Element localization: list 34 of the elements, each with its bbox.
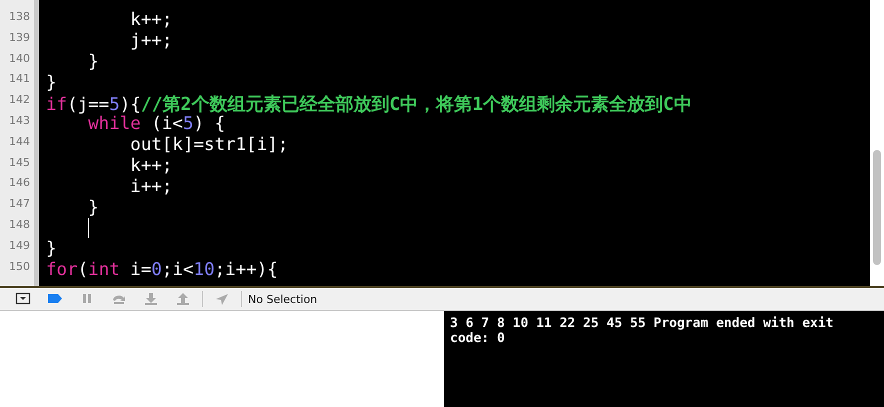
line-number: 150 xyxy=(9,260,30,273)
code-line: } xyxy=(87,52,99,72)
line-number: 143 xyxy=(9,114,30,127)
code-line: i++; xyxy=(129,176,172,197)
code-line: k++; xyxy=(129,10,172,30)
line-number: 147 xyxy=(9,197,30,210)
step-into-icon xyxy=(143,292,159,306)
code-line: k++; xyxy=(129,156,172,176)
code-line: out[k]=str1[i]; xyxy=(129,135,288,156)
code-line: } xyxy=(46,239,57,260)
line-number: 144 xyxy=(9,134,30,148)
hide-console-icon xyxy=(15,292,31,306)
code-line: } xyxy=(87,198,99,218)
line-number: 138 xyxy=(9,10,30,23)
line-number: 141 xyxy=(9,72,30,86)
location-arrow-icon xyxy=(214,292,230,306)
line-number: 140 xyxy=(9,52,30,65)
code-line: while (i<5) { xyxy=(87,114,226,134)
line-number: 139 xyxy=(9,30,30,44)
line-number: 149 xyxy=(9,238,30,252)
console-output: 3 6 7 8 10 11 22 25 45 55 Program ended with exit code: 0 xyxy=(450,316,835,346)
code-line: } xyxy=(46,72,57,93)
line-number: 145 xyxy=(9,156,30,169)
code-line: for(int i=0;i<10;i++){ xyxy=(46,260,278,280)
code-editor[interactable]: 138 139 140 141 142 143 144 145 146 147 148 149 150 k++; j++; } } if(j==5){//第2个数组元素已经全部放到C中，将第1个数组剩余元素全放到C中 while (i<5) { out[k]=str1[i]; k++; i++; } } for(int i=0;i<10;i++){ xyxy=(0,0,884,288)
code-line: if(j==5){//第2个数组元素已经全部放到C中，将第1个数组剩余元素全放到C中 xyxy=(46,92,692,116)
line-number: 148 xyxy=(9,218,30,231)
step-out-icon xyxy=(175,292,191,306)
scrollbar-thumb[interactable] xyxy=(873,150,881,265)
code-line: j++; xyxy=(129,31,172,52)
line-number: 146 xyxy=(9,176,30,190)
line-number: 142 xyxy=(9,93,30,106)
breakpoint-icon xyxy=(47,292,63,306)
selection-label: No Selection xyxy=(248,292,318,306)
